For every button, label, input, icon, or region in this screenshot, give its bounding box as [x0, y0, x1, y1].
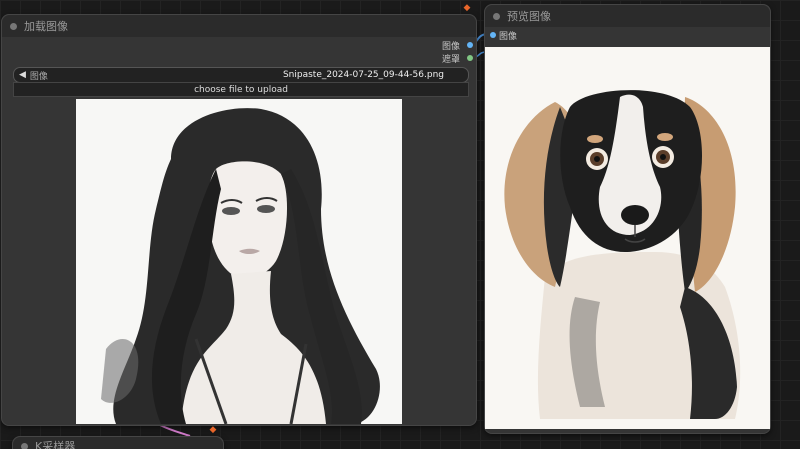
- node-title: 预览图像: [507, 10, 551, 23]
- output-image-label: 图像: [441, 42, 460, 52]
- collapse-dot-icon[interactable]: [21, 442, 28, 449]
- preview-title-bar[interactable]: 预览图像: [485, 5, 770, 27]
- image-file-combo[interactable]: ◀ 图像 Snipaste_2024-07-25_09-44-56.png: [13, 67, 469, 83]
- collapse-dot-icon[interactable]: [10, 22, 17, 30]
- combo-value: Snipaste_2024-07-25_09-44-56.png: [282, 70, 444, 80]
- output-image-slot[interactable]: [467, 42, 473, 48]
- load-image-title-bar[interactable]: 加载图像: [2, 15, 476, 37]
- collapse-dot-icon[interactable]: [493, 12, 500, 20]
- upload-button[interactable]: choose file to upload: [13, 82, 469, 97]
- combo-left-arrow-icon[interactable]: ◀: [14, 70, 30, 80]
- input-image-label: 图像: [499, 32, 518, 42]
- node-title: 加载图像: [24, 20, 68, 33]
- fox-icon: ◆: [463, 3, 471, 13]
- dog-illustration: [485, 47, 770, 429]
- input-image-slot[interactable]: [490, 32, 496, 38]
- girl-illustration: [76, 99, 402, 424]
- node-title: K采样器: [35, 440, 76, 449]
- output-image-preview: [485, 47, 770, 429]
- output-mask-label: 遮罩: [441, 55, 460, 65]
- ksampler-node[interactable]: K采样器: [12, 436, 224, 449]
- preview-image-node[interactable]: 预览图像 图像: [484, 4, 771, 434]
- fox-icon: ◆: [209, 425, 217, 435]
- load-image-node[interactable]: 加载图像 图像 遮罩 ◀ 图像 Snipaste_2024-07-25_09-4…: [1, 14, 477, 426]
- node-canvas[interactable]: 加载图像 图像 遮罩 ◀ 图像 Snipaste_2024-07-25_09-4…: [0, 0, 800, 449]
- output-mask-slot[interactable]: [467, 55, 473, 61]
- sampler-link: [159, 424, 191, 437]
- combo-name: 图像: [29, 71, 48, 82]
- loaded-image-preview: [76, 99, 402, 424]
- ksampler-title-bar[interactable]: K采样器: [13, 437, 223, 449]
